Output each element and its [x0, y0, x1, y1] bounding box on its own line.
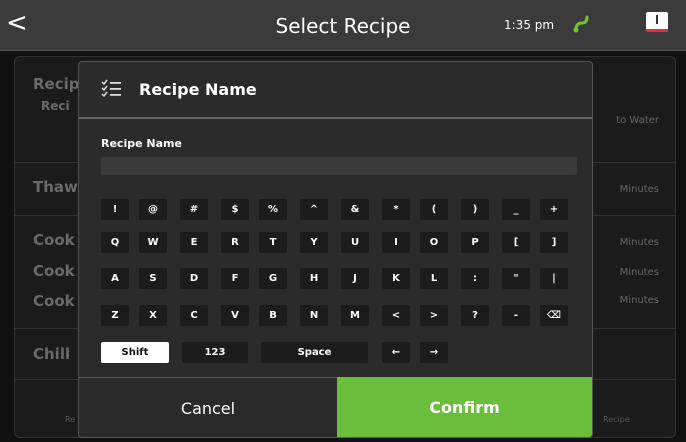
backspace-icon[interactable]: ⌫	[540, 305, 568, 326]
key-g[interactable]: G	[259, 268, 287, 289]
key-u[interactable]: U	[341, 232, 369, 253]
key-minus[interactable]: -	[502, 305, 530, 326]
key-v[interactable]: V	[221, 305, 249, 326]
bg-row-right: Minutes	[619, 184, 659, 195]
bg-row-right: Minutes	[619, 237, 659, 248]
shift-key[interactable]: Shift	[101, 342, 169, 363]
key-hash[interactable]: #	[180, 199, 208, 220]
key-question[interactable]: ?	[461, 305, 489, 326]
key-d[interactable]: D	[180, 268, 208, 289]
cancel-button[interactable]: Cancel	[79, 377, 338, 437]
bg-row-right: Minutes	[619, 295, 659, 306]
key-s[interactable]: S	[139, 268, 167, 289]
bg-row-sub: Reci	[41, 99, 70, 113]
key-asterisk[interactable]: *	[382, 199, 410, 220]
key-dollar[interactable]: $	[221, 199, 249, 220]
key-paren-left[interactable]: (	[420, 199, 448, 220]
top-bar: < Select Recipe 1:35 pm	[0, 0, 686, 51]
bg-row-right: Minutes	[619, 267, 659, 278]
key-e[interactable]: E	[180, 232, 208, 253]
key-ampersand[interactable]: &	[341, 199, 369, 220]
key-j[interactable]: J	[341, 268, 369, 289]
key-l[interactable]: L	[420, 268, 448, 289]
key-caret[interactable]: ^	[300, 199, 328, 220]
checklist-icon	[101, 79, 121, 98]
field-label: Recipe Name	[101, 137, 182, 150]
bg-row-label: Thaw	[33, 178, 78, 196]
key-k[interactable]: K	[382, 268, 410, 289]
bg-row-label: Chill	[33, 345, 71, 363]
key-m[interactable]: M	[341, 305, 369, 326]
key-plus[interactable]: +	[540, 199, 568, 220]
dialog-title: Recipe Name	[139, 80, 257, 99]
key-greater-than[interactable]: >	[420, 305, 448, 326]
key-a[interactable]: A	[101, 268, 129, 289]
dialog-actions: Cancel Confirm	[79, 377, 592, 437]
key-b[interactable]: B	[259, 305, 287, 326]
recipe-name-dialog: Recipe Name Recipe Name ! @ # $ % ^ & * …	[78, 61, 593, 438]
key-at[interactable]: @	[139, 199, 167, 220]
key-colon[interactable]: :	[461, 268, 489, 289]
key-bracket-left[interactable]: [	[502, 232, 530, 253]
status-flag-icon[interactable]	[646, 12, 668, 32]
key-y[interactable]: Y	[300, 232, 328, 253]
key-pipe[interactable]: |	[540, 268, 568, 289]
key-quote[interactable]: "	[502, 268, 530, 289]
key-f[interactable]: F	[221, 268, 249, 289]
key-exclamation[interactable]: !	[101, 199, 129, 220]
bg-row-label: Cook	[33, 292, 75, 310]
key-h[interactable]: H	[300, 268, 328, 289]
recipe-name-input[interactable]	[101, 157, 577, 175]
key-c[interactable]: C	[180, 305, 208, 326]
space-key[interactable]: Space	[261, 342, 368, 363]
confirm-button[interactable]: Confirm	[337, 377, 592, 437]
bg-footer-right: Recipe	[603, 415, 630, 424]
numbers-key[interactable]: 123	[182, 342, 248, 363]
key-t[interactable]: T	[259, 232, 287, 253]
plug-icon	[573, 15, 589, 33]
key-percent[interactable]: %	[259, 199, 287, 220]
key-less-than[interactable]: <	[382, 305, 410, 326]
key-w[interactable]: W	[139, 232, 167, 253]
key-i[interactable]: I	[382, 232, 410, 253]
bg-row-label: Recip	[33, 75, 80, 93]
bg-row-right: to Water	[616, 115, 659, 126]
key-n[interactable]: N	[300, 305, 328, 326]
bg-row-label: Cook	[33, 231, 75, 249]
key-z[interactable]: Z	[101, 305, 129, 326]
key-o[interactable]: O	[420, 232, 448, 253]
arrow-right-icon[interactable]: →	[420, 342, 448, 363]
key-paren-right[interactable]: )	[461, 199, 489, 220]
arrow-left-icon[interactable]: ←	[382, 342, 410, 363]
key-underscore[interactable]: _	[502, 199, 530, 220]
key-bracket-right[interactable]: ]	[540, 232, 568, 253]
key-q[interactable]: Q	[101, 232, 129, 253]
bg-footer-left: Re	[65, 415, 76, 424]
clock: 1:35 pm	[504, 18, 555, 32]
key-x[interactable]: X	[139, 305, 167, 326]
key-r[interactable]: R	[221, 232, 249, 253]
bg-row-label: Cook	[33, 262, 75, 280]
dialog-header: Recipe Name	[79, 62, 592, 119]
key-p[interactable]: P	[461, 232, 489, 253]
